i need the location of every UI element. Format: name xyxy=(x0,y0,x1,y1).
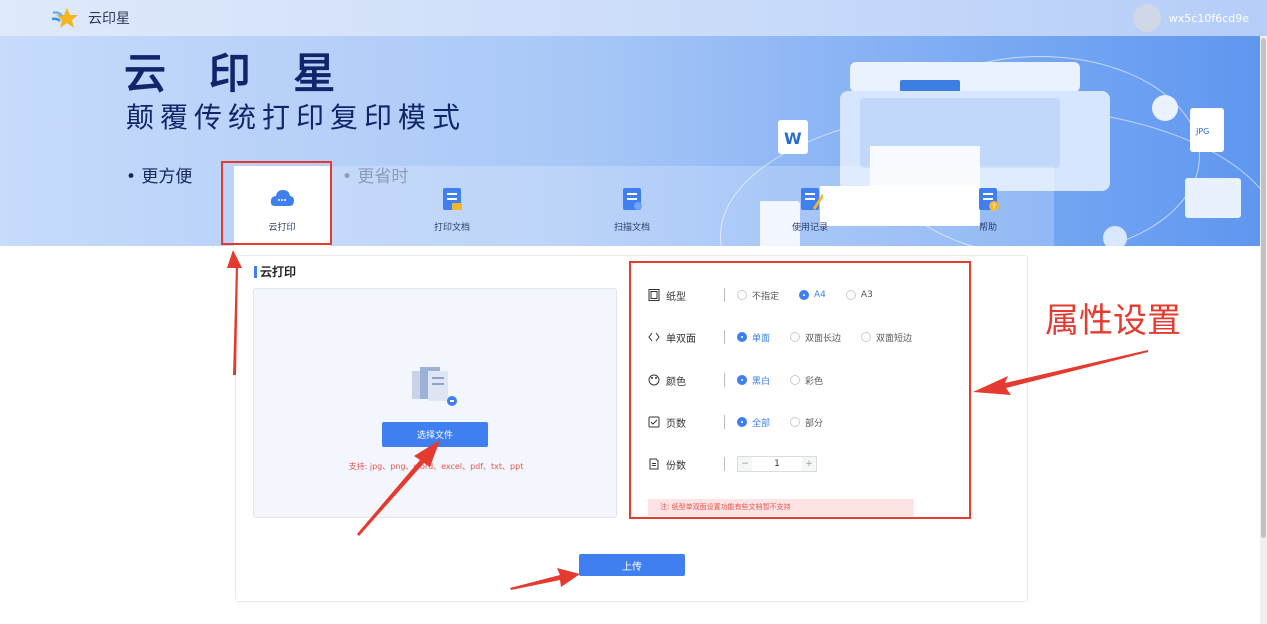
nav-label: 打印文档 xyxy=(433,223,470,233)
files-illustration-icon xyxy=(412,367,457,406)
svg-text:W: W xyxy=(784,129,802,148)
highlight-box-properties xyxy=(629,261,971,519)
upload-button[interactable]: 上传 xyxy=(579,554,685,576)
scan-document-icon xyxy=(623,188,642,210)
panel-title: 云打印 xyxy=(254,266,296,278)
nav-help[interactable]: ? 帮助 xyxy=(940,166,1036,246)
history-icon xyxy=(801,188,824,210)
svg-text:?: ? xyxy=(992,203,996,212)
feature-nav: 云打印 打印文档 扫描文档 使用记录 ? 帮助 xyxy=(234,166,1054,246)
hero-title: 云 印 星 xyxy=(124,49,350,98)
avatar[interactable] xyxy=(1132,4,1161,32)
choose-file-button[interactable]: 选择文件 xyxy=(382,422,488,447)
nav-usage-history[interactable]: 使用记录 xyxy=(762,166,858,246)
top-bar: 云印星 wx5c10f6cd9e xyxy=(0,0,1267,36)
logo-text: 云印星 xyxy=(88,11,130,27)
supported-formats-text: 支持: jpg、png、word、excel、pdf、txt、ppt xyxy=(348,462,524,471)
svg-text:JPG: JPG xyxy=(1195,127,1209,136)
hero-bullet: • 更方便 xyxy=(126,167,193,187)
annotation-label: 属性设置 xyxy=(1045,301,1181,341)
nav-label: 使用记录 xyxy=(791,223,828,233)
nav-scan-document[interactable]: 扫描文档 xyxy=(584,166,680,246)
help-icon: ? xyxy=(979,188,999,212)
document-icon xyxy=(443,188,462,210)
hero-subtitle: 颠覆传统打印复印模式 xyxy=(126,101,467,134)
highlight-box-nav xyxy=(221,161,332,245)
upload-dropzone[interactable]: 选择文件 支持: jpg、png、word、excel、pdf、txt、ppt xyxy=(253,288,617,518)
nav-label: 帮助 xyxy=(978,223,997,233)
nav-print-document[interactable]: 打印文档 xyxy=(404,166,500,246)
nav-label: 扫描文档 xyxy=(613,223,650,233)
star-logo-icon xyxy=(51,8,78,28)
logo[interactable]: 云印星 xyxy=(50,7,130,29)
scrollbar-thumb[interactable] xyxy=(1261,38,1266,538)
username: wx5c10f6cd9e xyxy=(1168,11,1249,25)
user-menu[interactable]: wx5c10f6cd9e xyxy=(1132,4,1249,32)
